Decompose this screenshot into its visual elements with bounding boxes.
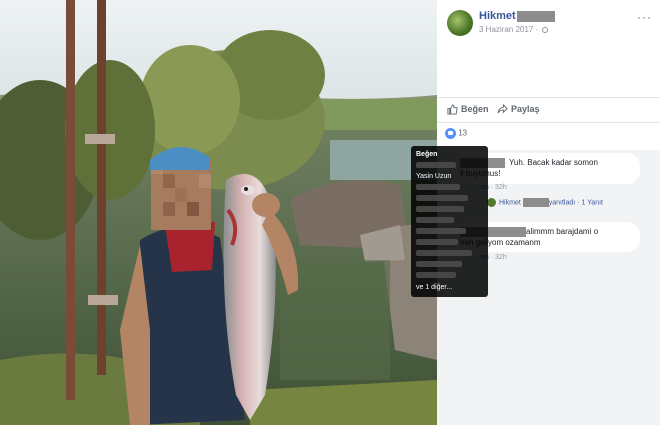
author-avatar[interactable] bbox=[447, 10, 473, 36]
like-button[interactable]: Beğen bbox=[447, 104, 489, 115]
comment-1-time[interactable]: 32h bbox=[495, 184, 507, 191]
blurred-name bbox=[416, 206, 464, 213]
blurred-name bbox=[416, 228, 466, 235]
reply-count-link[interactable]: 1 Yanıt bbox=[581, 199, 603, 206]
comment-1-text-line1: Yuh. Bacak kadar somon bbox=[509, 158, 598, 167]
more-options-button[interactable]: ··· bbox=[637, 10, 652, 24]
tooltip-named-user: Yasin Uzun bbox=[416, 173, 452, 180]
reply-avatar bbox=[487, 198, 496, 207]
blurred-name bbox=[416, 250, 472, 257]
reaction-count-text[interactable]: 13 bbox=[458, 129, 467, 138]
comment-2-time[interactable]: 32h bbox=[495, 254, 507, 261]
post-header: Hikmet 3 Haziran 2017 · ··· bbox=[437, 0, 660, 96]
redacted-surname bbox=[516, 10, 555, 22]
reply-summary[interactable]: Hikmet yanıtladı · 1 Yanıt bbox=[487, 198, 603, 207]
globe-icon bbox=[542, 26, 549, 33]
share-button[interactable]: Paylaş bbox=[497, 103, 540, 115]
post-photo[interactable] bbox=[0, 0, 437, 425]
blurred-name bbox=[416, 272, 456, 279]
action-bar: Beğen Paylaş bbox=[437, 97, 660, 123]
reaction-count[interactable]: 13 bbox=[445, 128, 467, 139]
author-name-text[interactable]: Hikmet bbox=[479, 10, 516, 22]
author-name[interactable]: Hikmet bbox=[479, 10, 555, 22]
share-button-label: Paylaş bbox=[511, 104, 540, 114]
tooltip-more: ve 1 diğer... bbox=[416, 284, 453, 291]
redacted-reply-surname bbox=[522, 198, 549, 207]
blurred-name bbox=[416, 239, 458, 246]
like-button-label: Beğen bbox=[461, 104, 489, 114]
share-icon bbox=[497, 103, 508, 114]
tooltip-title: Beğen bbox=[416, 151, 438, 158]
blurred-name bbox=[416, 184, 460, 191]
like-reaction-icon bbox=[445, 128, 456, 139]
like-icon bbox=[447, 104, 458, 115]
photo-scene bbox=[0, 0, 437, 425]
reply-action-text: yanıtladı bbox=[548, 199, 576, 207]
post-date-text[interactable]: 3 Haziran 2017 · bbox=[479, 25, 538, 34]
reply-author[interactable]: Hikmet bbox=[499, 199, 521, 206]
blurred-name bbox=[416, 195, 468, 202]
comment-2-text-line1: alimmm barajdami o bbox=[526, 227, 599, 236]
blurred-name bbox=[416, 217, 454, 224]
likes-tooltip: Beğen Yasin Uzun ve 1 diğer... bbox=[411, 146, 488, 297]
blurred-name bbox=[416, 261, 462, 268]
post-date[interactable]: 3 Haziran 2017 · bbox=[479, 25, 549, 34]
blurred-name bbox=[416, 162, 456, 169]
